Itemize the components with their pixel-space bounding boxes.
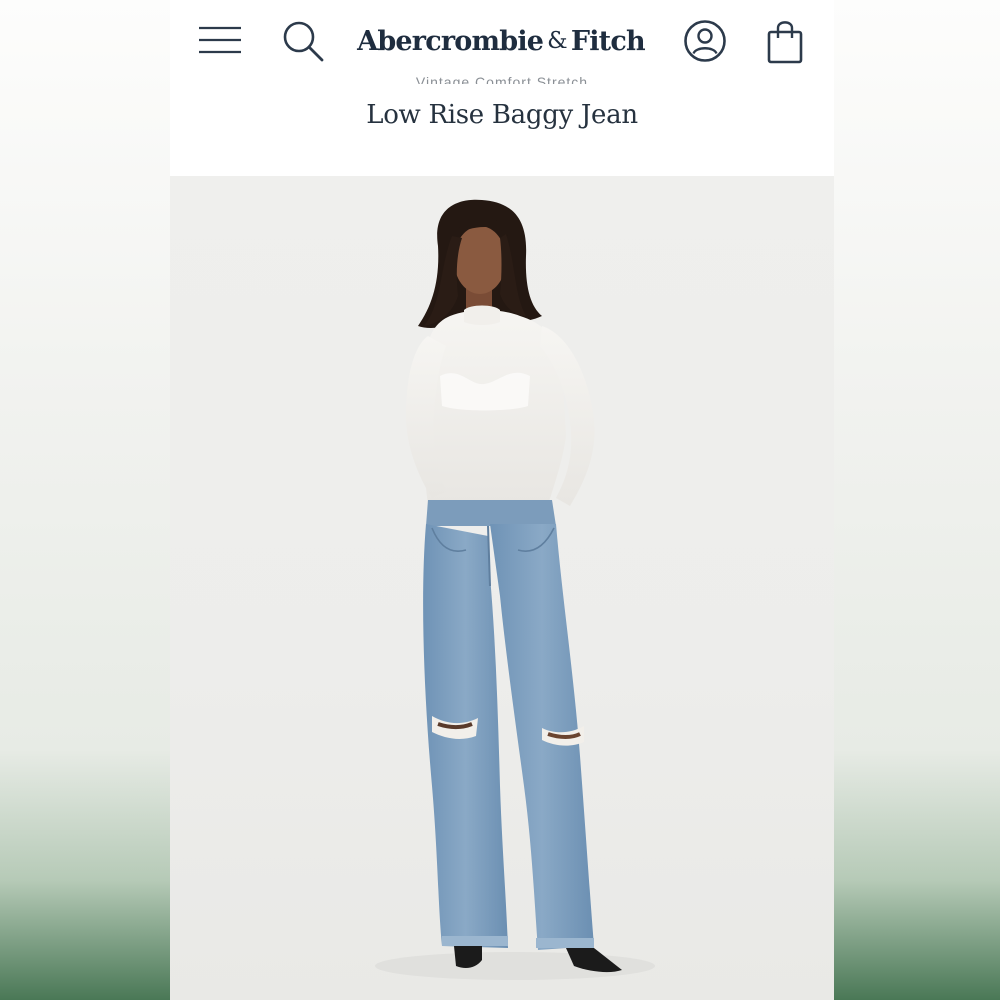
menu-button[interactable] (192, 18, 248, 62)
search-button[interactable] (278, 16, 328, 66)
top-navigation-bar: Abercrombie & Fitch Vintage Comfort Stre… (170, 0, 834, 176)
product-photo (375, 199, 655, 980)
search-icon (283, 21, 324, 62)
brand-ampersand: & (547, 28, 567, 54)
account-button[interactable] (678, 14, 732, 68)
right-backdrop (834, 0, 1000, 1000)
collection-label: Vintage Comfort Stretch (415, 74, 589, 84)
left-backdrop (0, 0, 170, 1000)
product-title: Low Rise Baggy Jean (366, 100, 638, 130)
product-image[interactable] (170, 176, 834, 1000)
brand-name-left: Abercrombie (357, 25, 544, 57)
hamburger-menu-icon (199, 26, 241, 54)
brand-name-right: Fitch (570, 25, 646, 57)
shopping-bag-icon (767, 21, 803, 64)
mobile-product-page: Abercrombie & Fitch Vintage Comfort Stre… (170, 0, 834, 1000)
user-account-icon (684, 20, 726, 62)
shopping-bag-button[interactable] (760, 14, 810, 70)
brand-logo[interactable]: Abercrombie & Fitch (356, 18, 646, 64)
